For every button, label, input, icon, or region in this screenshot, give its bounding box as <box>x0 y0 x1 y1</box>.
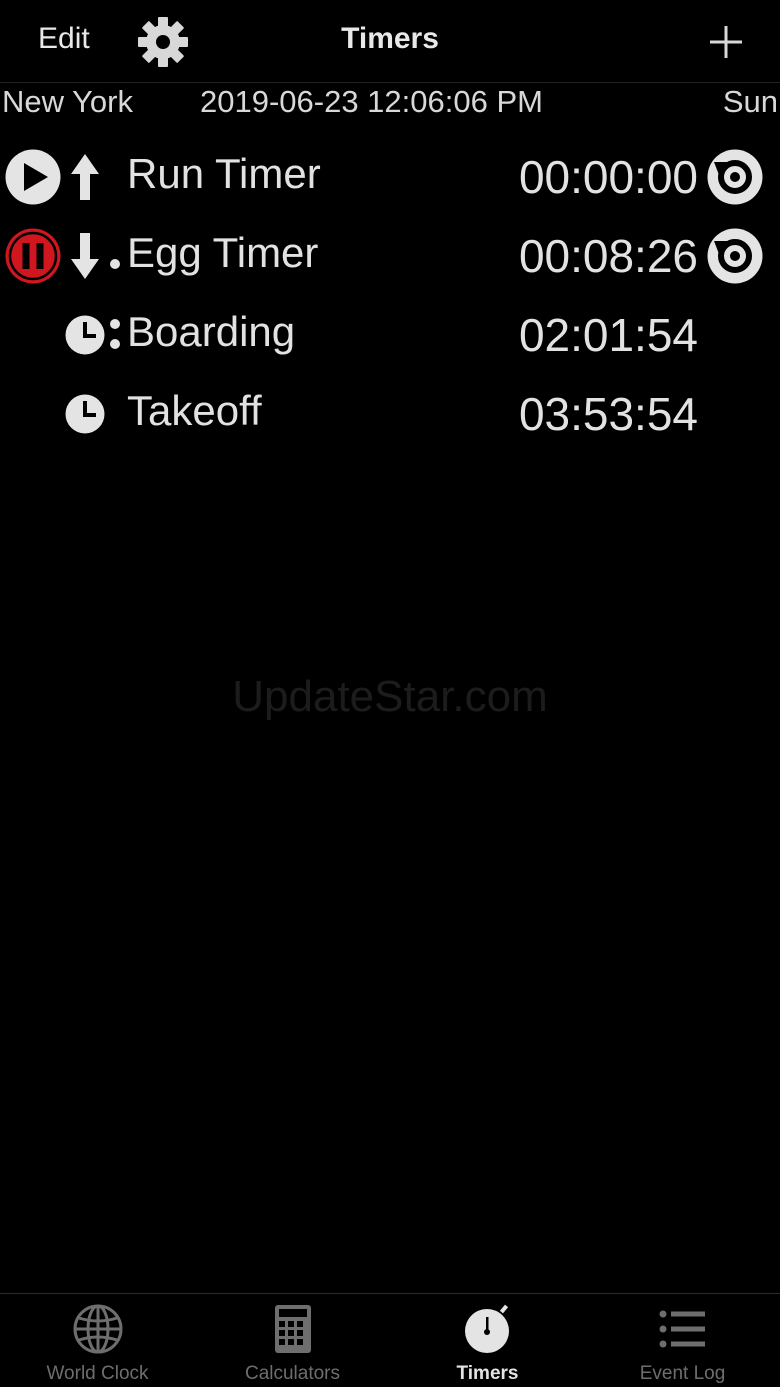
timer-value: 02:01:54 <box>518 309 698 361</box>
tab-world-clock[interactable]: World Clock <box>0 1293 195 1387</box>
timer-value: 00:00:00 <box>518 151 698 203</box>
location-info-row: New York 2019-06-23 12:06:06 PM Sun <box>0 84 780 124</box>
tab-timers[interactable]: Timers <box>390 1293 585 1387</box>
timer-value: 00:08:26 <box>518 230 698 282</box>
tab-bar: World Clock Calculators Timers Event Log <box>0 1293 780 1387</box>
datetime-label: 2019-06-23 12:06:06 PM <box>200 84 543 119</box>
timer-label: Takeoff <box>127 387 262 434</box>
timer-label: Egg Timer <box>127 229 319 276</box>
tab-label: Calculators <box>244 1363 341 1384</box>
tab-calculators[interactable]: Calculators <box>195 1293 390 1387</box>
tab-event-log[interactable]: Event Log <box>585 1293 780 1387</box>
tab-label: Event Log <box>639 1363 726 1384</box>
day-label: Sun <box>722 84 778 119</box>
clock-icon <box>64 393 106 435</box>
page-title: Timers <box>341 22 439 55</box>
timer-label: Boarding <box>127 308 296 355</box>
tab-label: Timers <box>456 1363 519 1384</box>
plus-icon[interactable] <box>704 20 748 64</box>
reset-icon[interactable] <box>706 148 764 206</box>
edit-button[interactable]: Edit <box>38 22 90 56</box>
arrow-up-icon <box>66 150 104 204</box>
timer-row-run-timer[interactable]: Run Timer 00:00:00 <box>0 138 780 217</box>
nav-divider <box>0 82 780 83</box>
timer-row-takeoff[interactable]: Takeoff 03:53:54 <box>0 375 780 454</box>
globe-icon <box>72 1303 124 1355</box>
navigation-bar: Edit Timers <box>0 0 780 82</box>
reset-icon[interactable] <box>706 227 764 285</box>
calculator-icon <box>267 1303 319 1355</box>
tab-label: World Clock <box>46 1363 149 1384</box>
alarm-dots-indicator <box>109 318 121 352</box>
alarm-dot-indicator <box>109 257 121 269</box>
stopwatch-icon <box>462 1303 514 1355</box>
gear-icon[interactable] <box>137 16 189 68</box>
arrow-down-icon <box>66 229 104 283</box>
clock-icon <box>64 314 106 356</box>
timer-value: 03:53:54 <box>518 388 698 440</box>
list-icon <box>657 1303 709 1355</box>
timer-row-egg-timer[interactable]: Egg Timer 00:08:26 <box>0 217 780 296</box>
play-icon[interactable] <box>4 148 62 206</box>
watermark: UpdateStar.com <box>232 672 548 721</box>
city-label: New York <box>2 84 133 119</box>
timer-row-boarding[interactable]: Boarding 02:01:54 <box>0 296 780 375</box>
timer-label: Run Timer <box>127 150 321 197</box>
pause-icon[interactable] <box>4 227 62 285</box>
